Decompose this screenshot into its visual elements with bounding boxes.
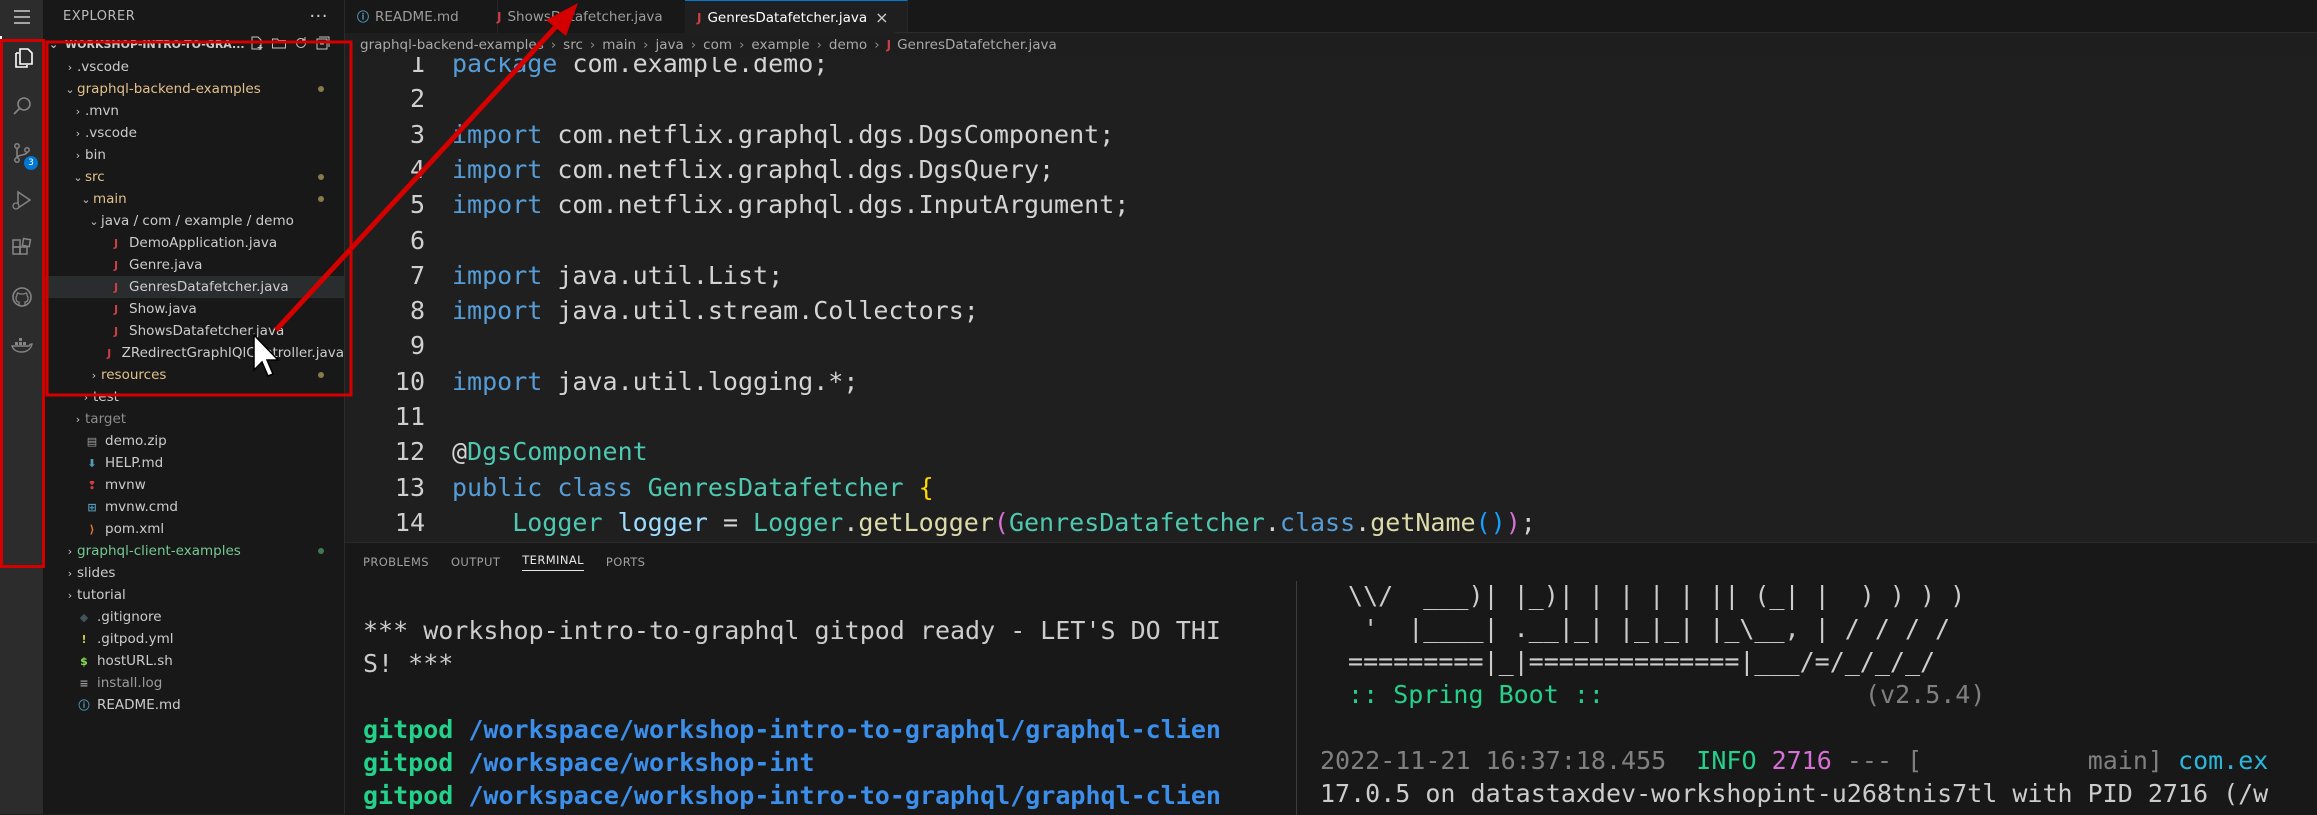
- annotation-overlay: [0, 3, 578, 568]
- mouse-cursor-icon: [253, 333, 280, 377]
- annotation-box-tree: [45, 40, 353, 397]
- annotation-box-activity: [0, 39, 45, 568]
- annotation-arrow-line: [274, 18, 564, 332]
